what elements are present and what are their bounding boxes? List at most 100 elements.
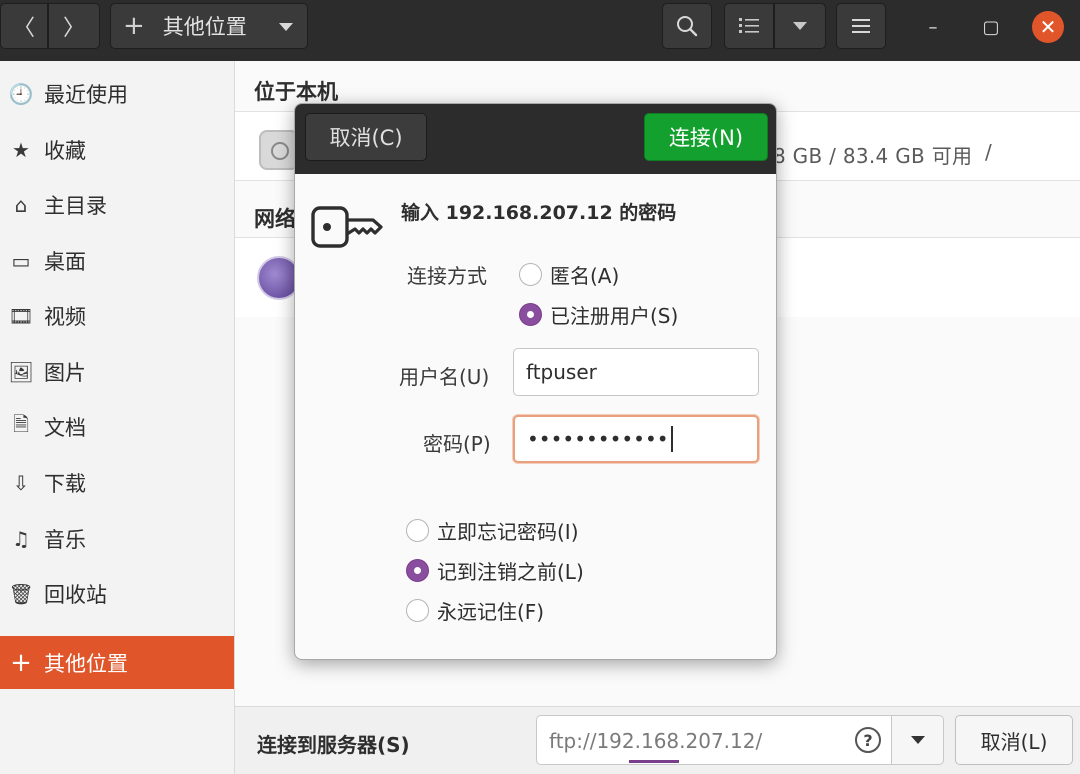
radio-dot xyxy=(519,303,542,326)
radio-dot xyxy=(519,263,542,286)
radio-anonymous[interactable]: 匿名(A) xyxy=(519,260,619,289)
dialog-connect-button[interactable]: 连接(N) xyxy=(644,113,768,161)
main-menu-button[interactable] xyxy=(836,3,886,49)
section-title-network: 网络 xyxy=(254,207,296,231)
hamburger-icon xyxy=(852,19,870,33)
header-bar: 〈 〉 + 其他位置 – ▢ ✕ xyxy=(0,0,1080,61)
trash-icon: 🗑 xyxy=(8,582,34,606)
maximize-button[interactable]: ▢ xyxy=(974,10,1008,44)
sidebar-item-videos[interactable]: 🎞 视频 xyxy=(0,292,234,340)
username-value: ftpuser xyxy=(526,360,597,384)
text-cursor xyxy=(670,426,673,452)
dialog-header: 取消(C) 连接(N) xyxy=(295,104,776,174)
key-icon xyxy=(311,206,383,248)
dialog-cancel-button[interactable]: 取消(C) xyxy=(305,113,427,161)
maximize-icon: ▢ xyxy=(982,16,1000,38)
disk-mount-point: / xyxy=(985,140,992,164)
sidebar-item-label: 主目录 xyxy=(44,194,107,218)
chevron-left-icon: 〈 xyxy=(12,16,35,41)
chevron-down-icon xyxy=(793,22,807,30)
minimize-button[interactable]: – xyxy=(916,10,950,44)
chevron-down-icon xyxy=(279,23,293,31)
help-icon[interactable]: ? xyxy=(855,727,881,753)
cancel-connect-button[interactable]: 取消(L) xyxy=(955,715,1073,765)
star-icon: ★ xyxy=(12,138,30,162)
minimize-icon: – xyxy=(928,16,938,38)
input-underline xyxy=(629,760,679,763)
sidebar-item-home[interactable]: ⌂ 主目录 xyxy=(0,181,234,229)
sidebar-item-recent[interactable]: 🕘 最近使用 xyxy=(0,70,234,118)
plus-icon: + xyxy=(123,11,145,41)
clock-icon: 🕘 xyxy=(8,82,34,106)
desktop-icon: ▭ xyxy=(11,249,31,273)
sidebar-item-label: 文档 xyxy=(44,416,86,440)
username-label: 用户名(U) xyxy=(399,365,490,389)
document-icon: 🗎 xyxy=(12,412,30,436)
disk-usage: 8 GB / 83.4 GB 可用 xyxy=(773,144,973,168)
search-button[interactable] xyxy=(662,3,712,49)
sidebar-item-label: 下载 xyxy=(44,472,86,496)
sidebar-item-label: 音乐 xyxy=(44,528,86,552)
download-icon: ⇩ xyxy=(12,471,30,495)
search-icon xyxy=(677,16,698,37)
sidebar-item-label: 收藏 xyxy=(44,139,86,163)
password-input[interactable]: •••••••••••• xyxy=(513,415,759,463)
sidebar-item-label: 视频 xyxy=(44,305,86,329)
sidebar-item-label: 桌面 xyxy=(44,250,86,274)
back-button[interactable]: 〈 xyxy=(0,3,48,49)
hard-disk-icon xyxy=(259,130,299,170)
sidebar-item-label: 最近使用 xyxy=(44,83,128,107)
recent-servers-dropdown[interactable] xyxy=(892,715,944,765)
sidebar-item-starred[interactable]: ★ 收藏 xyxy=(0,126,234,174)
radio-dot xyxy=(406,599,429,622)
section-title-local: 位于本机 xyxy=(254,80,338,104)
connect-server-label: 连接到服务器(S) xyxy=(257,733,410,757)
radio-dot xyxy=(406,519,429,542)
password-label: 密码(P) xyxy=(423,432,491,456)
plus-icon: + xyxy=(10,647,32,678)
sidebar-item-music[interactable]: ♫ 音乐 xyxy=(0,515,234,563)
chevron-right-icon: 〉 xyxy=(62,16,85,41)
radio-remember-forever[interactable]: 永远记住(F) xyxy=(406,596,544,625)
radio-label: 已注册用户(S) xyxy=(550,304,679,328)
sidebar-item-label: 回收站 xyxy=(44,583,107,607)
radio-label: 永远记住(F) xyxy=(437,600,545,624)
sidebar-item-desktop[interactable]: ▭ 桌面 xyxy=(0,237,234,285)
music-icon: ♫ xyxy=(12,527,30,551)
radio-label: 立即忘记密码(I) xyxy=(437,520,579,544)
radio-dot xyxy=(406,559,429,582)
film-icon: 🎞 xyxy=(8,304,34,328)
home-icon: ⌂ xyxy=(14,193,28,217)
location-label: 其他位置 xyxy=(162,15,247,39)
sidebar-item-documents[interactable]: 🗎 文档 xyxy=(0,403,234,451)
location-path-button[interactable]: + 其他位置 xyxy=(110,3,308,49)
sidebar-item-downloads[interactable]: ⇩ 下载 xyxy=(0,459,234,507)
close-window-button[interactable]: ✕ xyxy=(1032,11,1064,43)
connect-server-bar: 连接到服务器(S) ftp://192.168.207.12/ ? 取消(L) xyxy=(235,706,1080,774)
radio-label: 匿名(A) xyxy=(550,264,620,288)
connect-method-label: 连接方式 xyxy=(407,264,487,288)
view-options-button[interactable] xyxy=(774,3,826,49)
server-address-value: ftp://192.168.207.12/ xyxy=(549,729,763,753)
sidebar-item-label: 其他位置 xyxy=(44,651,128,676)
picture-icon: 🖼 xyxy=(8,360,34,384)
password-dialog: 取消(C) 连接(N) 输入 192.168.207.12 的密码 连接方式 匿… xyxy=(294,103,777,660)
username-input[interactable]: ftpuser xyxy=(513,348,759,396)
password-value: •••••••••••• xyxy=(527,427,669,451)
dialog-prompt: 输入 192.168.207.12 的密码 xyxy=(401,202,677,224)
sidebar-item-pictures[interactable]: 🖼 图片 xyxy=(0,348,234,396)
sidebar-item-trash[interactable]: 🗑 回收站 xyxy=(0,570,234,618)
forward-button[interactable]: 〉 xyxy=(48,3,100,49)
list-view-icon xyxy=(739,18,759,33)
view-list-button[interactable] xyxy=(724,3,774,49)
close-icon: ✕ xyxy=(1039,15,1057,39)
sidebar: 🕘 最近使用 ★ 收藏 ⌂ 主目录 ▭ 桌面 🎞 视频 🖼 图片 🗎 文档 ⇩ … xyxy=(0,61,235,774)
sidebar-item-other-locations[interactable]: + 其他位置 xyxy=(0,636,234,689)
radio-registered-user[interactable]: 已注册用户(S) xyxy=(519,300,678,329)
radio-forget-immediately[interactable]: 立即忘记密码(I) xyxy=(406,516,579,545)
sidebar-item-label: 图片 xyxy=(44,361,86,385)
chevron-down-icon xyxy=(910,736,925,744)
server-address-input[interactable]: ftp://192.168.207.12/ ? xyxy=(536,715,892,765)
radio-remember-until-logout[interactable]: 记到注销之前(L) xyxy=(406,556,584,585)
radio-label: 记到注销之前(L) xyxy=(437,560,584,584)
